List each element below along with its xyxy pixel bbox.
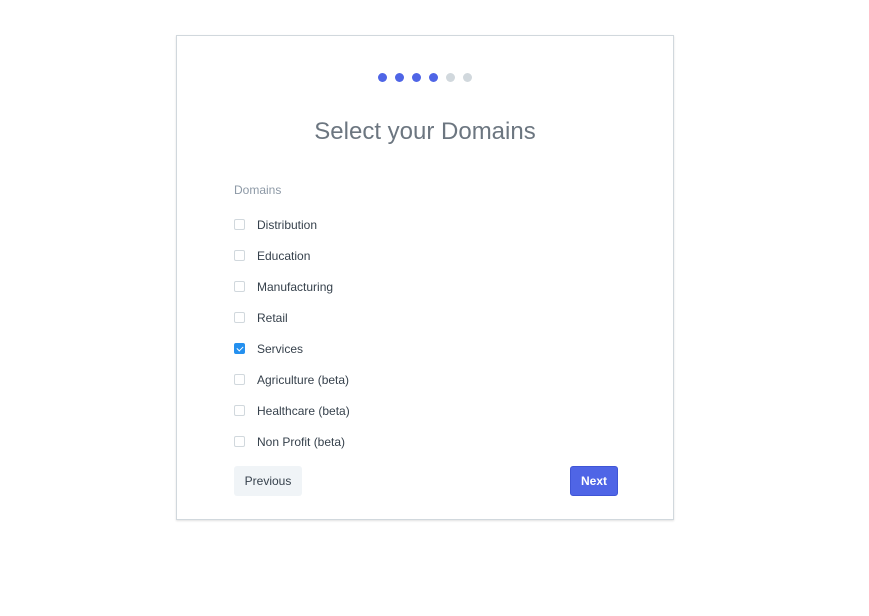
checkbox[interactable] (234, 312, 245, 323)
domain-option-education[interactable]: Education (234, 240, 350, 271)
option-label: Distribution (257, 217, 318, 232)
domain-option-distribution[interactable]: Distribution (234, 209, 350, 240)
option-label: Education (257, 248, 311, 263)
step-dot-2 (395, 73, 404, 82)
option-label: Retail (257, 310, 288, 325)
checkbox[interactable] (234, 374, 245, 385)
domain-option-agriculture[interactable]: Agriculture (beta) (234, 364, 350, 395)
domain-option-retail[interactable]: Retail (234, 302, 350, 333)
option-label: Manufacturing (257, 279, 334, 294)
checkbox[interactable] (234, 436, 245, 447)
checkbox[interactable] (234, 250, 245, 261)
checkbox[interactable] (234, 343, 245, 354)
setup-wizard-card: Select your Domains Domains Distribution… (176, 35, 674, 520)
page-title: Select your Domains (314, 118, 536, 145)
step-dot-5 (446, 73, 455, 82)
option-label: Healthcare (beta) (257, 403, 350, 418)
checkbox[interactable] (234, 281, 245, 292)
domains-field-label: Domains (234, 183, 282, 197)
domain-option-manufacturing[interactable]: Manufacturing (234, 271, 350, 302)
step-dot-1 (378, 73, 387, 82)
step-dot-6 (463, 73, 472, 82)
step-dot-4 (429, 73, 438, 82)
step-dot-3 (412, 73, 421, 82)
previous-button[interactable]: Previous (234, 466, 302, 496)
domain-option-healthcare[interactable]: Healthcare (beta) (234, 395, 350, 426)
step-indicator (177, 73, 673, 82)
domains-checkbox-list: Distribution Education Manufacturing Ret… (234, 209, 350, 457)
domain-option-services[interactable]: Services (234, 333, 350, 364)
next-button[interactable]: Next (570, 466, 618, 496)
checkbox[interactable] (234, 219, 245, 230)
checkbox[interactable] (234, 405, 245, 416)
option-label: Services (257, 341, 304, 356)
domain-option-non-profit[interactable]: Non Profit (beta) (234, 426, 350, 457)
option-label: Non Profit (beta) (257, 434, 346, 449)
option-label: Agriculture (beta) (257, 372, 350, 387)
